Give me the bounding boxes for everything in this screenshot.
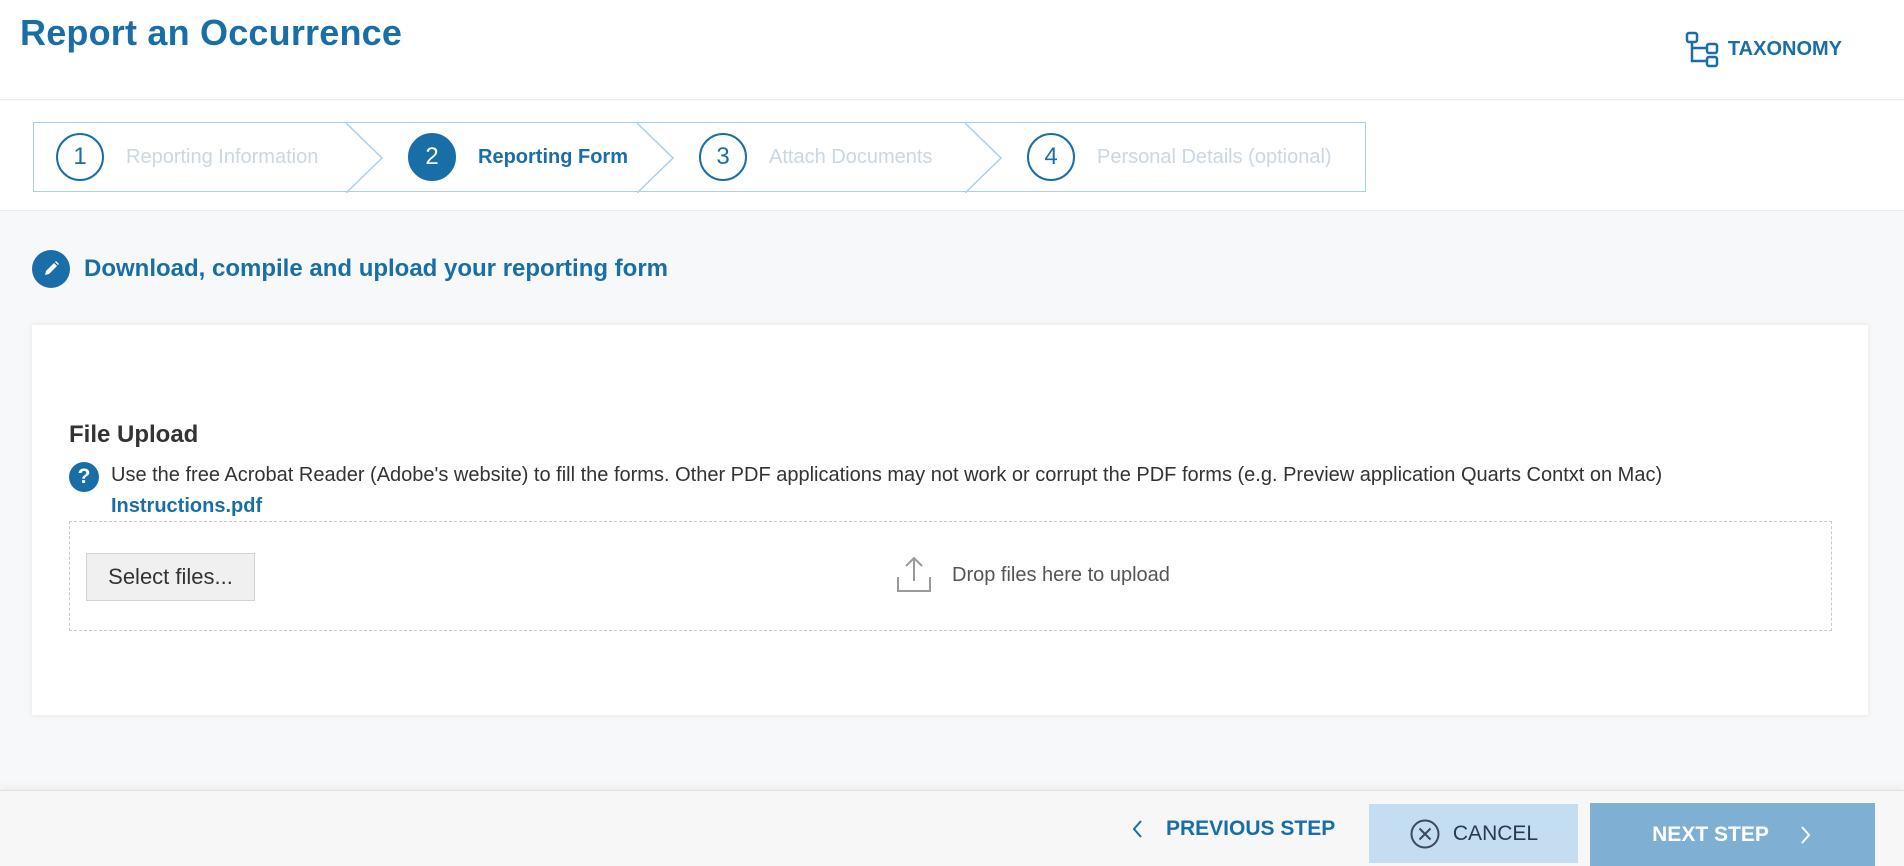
- section-header: Download, compile and upload your report…: [32, 250, 668, 288]
- help-icon: ?: [69, 462, 99, 492]
- pencil-icon: [32, 250, 70, 288]
- help-text: Use the free Acrobat Reader (Adobe's web…: [111, 464, 1663, 486]
- upload-card: File Upload ? Use the free Acrobat Reade…: [32, 325, 1868, 715]
- file-dropzone[interactable]: Select files... Drop files here to uploa…: [69, 521, 1832, 631]
- stepper: 1 Reporting Information 2 Reporting Form…: [33, 122, 1366, 193]
- cancel-button[interactable]: CANCEL: [1369, 804, 1578, 863]
- chevron-left-icon: [1132, 820, 1142, 838]
- next-step-button[interactable]: NEXT STEP: [1590, 803, 1875, 866]
- previous-step-button[interactable]: PREVIOUS STEP: [1130, 804, 1335, 854]
- step-number: 3: [699, 133, 747, 181]
- step-number: 4: [1027, 133, 1075, 181]
- upload-icon: [897, 556, 931, 592]
- taxonomy-label: TAXONOMY: [1727, 37, 1842, 60]
- select-files-button[interactable]: Select files...: [86, 553, 255, 601]
- footer-bar: PREVIOUS STEP CANCEL NEXT STEP: [0, 790, 1904, 866]
- cancel-label: CANCEL: [1452, 821, 1539, 845]
- step-attach-documents[interactable]: 3 Attach Documents: [699, 123, 932, 191]
- step-label: Personal Details (optional): [1097, 145, 1332, 168]
- step-label: Reporting Information: [126, 145, 319, 168]
- chevron-right-icon: [1801, 826, 1811, 844]
- step-reporting-form[interactable]: 2 Reporting Form: [408, 123, 628, 191]
- step-personal-details[interactable]: 4 Personal Details (optional): [1027, 123, 1332, 191]
- step-label: Attach Documents: [769, 145, 933, 168]
- step-number: 2: [408, 133, 456, 181]
- taxonomy-link[interactable]: TAXONOMY: [1684, 30, 1842, 68]
- previous-step-label: PREVIOUS STEP: [1166, 817, 1336, 840]
- stepper-bar: 1 Reporting Information 2 Reporting Form…: [0, 101, 1904, 211]
- file-upload-label: File Upload: [69, 421, 199, 448]
- taxonomy-tree-icon: [1685, 31, 1719, 68]
- close-circle-icon: [1410, 819, 1440, 848]
- section-title: Download, compile and upload your report…: [84, 255, 669, 282]
- step-reporting-information[interactable]: 1 Reporting Information: [56, 123, 318, 191]
- drop-hint: Drop files here to upload: [894, 555, 1170, 595]
- page-title: Report an Occurrence: [20, 12, 403, 53]
- page-header: Report an Occurrence TAXONOMY: [0, 0, 1904, 100]
- next-step-label: NEXT STEP: [1652, 823, 1769, 846]
- step-separator-icon: [637, 123, 675, 193]
- step-label: Reporting Form: [478, 145, 628, 168]
- drop-text: Drop files here to upload: [952, 563, 1170, 586]
- instructions-link[interactable]: Instructions.pdf: [111, 495, 262, 518]
- step-separator-icon: [965, 123, 1003, 193]
- step-separator-icon: [346, 123, 384, 193]
- step-number: 1: [56, 133, 104, 181]
